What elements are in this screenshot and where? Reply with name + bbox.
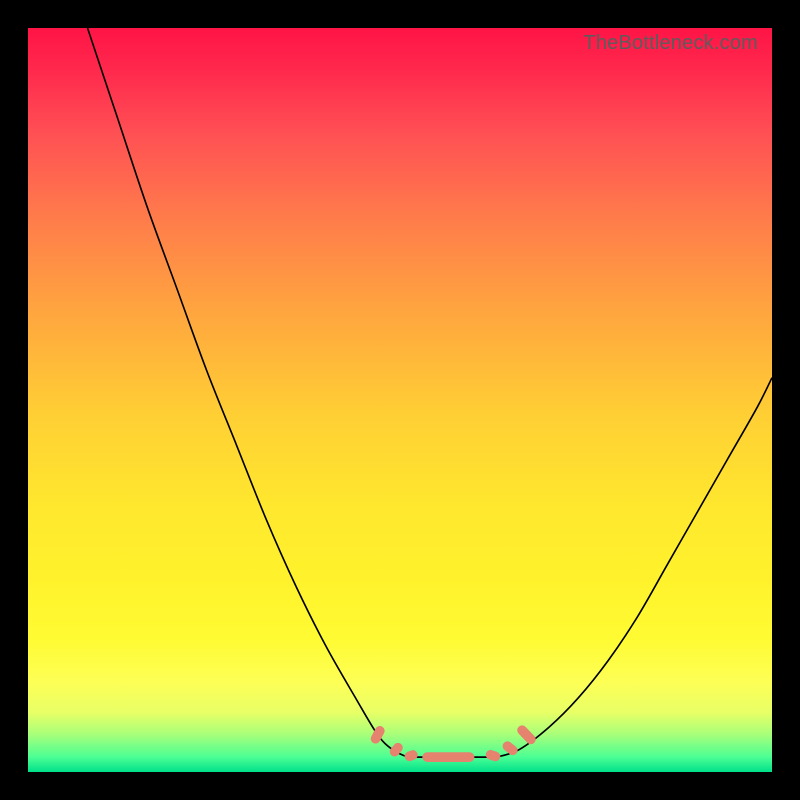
bottleneck-curve bbox=[88, 28, 772, 758]
chart-plot-area: TheBottleneck.com bbox=[28, 28, 772, 772]
curve-dash-markers bbox=[369, 723, 538, 762]
curve-layer bbox=[28, 28, 772, 772]
chart-frame: TheBottleneck.com bbox=[0, 0, 800, 800]
